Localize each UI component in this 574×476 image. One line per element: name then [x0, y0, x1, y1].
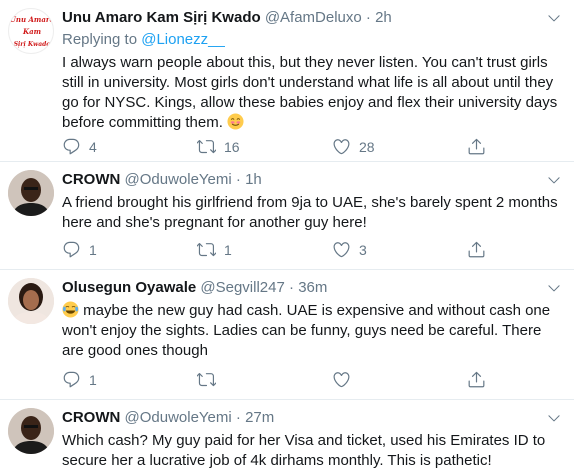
user-handle[interactable]: @OduwoleYemi: [125, 171, 232, 188]
avatar-photo: [8, 408, 54, 454]
share-button[interactable]: [467, 370, 507, 389]
retweet-button[interactable]: 16: [197, 137, 332, 156]
tweet-header: Unu Amaro Kam Sịrị Kwado @AfamDeluxo · 2…: [62, 8, 564, 28]
heart-icon: [332, 370, 351, 389]
chevron-down-icon[interactable]: [546, 172, 562, 188]
retweet-icon: [197, 370, 216, 389]
tweet[interactable]: CROWN @OduwoleYemi · 27m Which cash? My …: [0, 400, 574, 476]
user-handle[interactable]: @OduwoleYemi: [125, 409, 232, 426]
retweet-count: 16: [224, 138, 240, 155]
svg-text:Unu Amaro: Unu Amaro: [10, 15, 54, 24]
replying-to: Replying to @Lionezz__: [62, 30, 564, 50]
display-name[interactable]: Olusegun Oyawale: [62, 279, 196, 296]
reply-icon: [62, 137, 81, 156]
avatar[interactable]: Unu Amaro Kam Sịrị Kwado: [8, 8, 54, 54]
timestamp[interactable]: 2h: [375, 9, 392, 26]
like-count: 28: [359, 138, 375, 155]
retweet-icon: [197, 240, 216, 259]
timestamp[interactable]: 27m: [245, 409, 274, 426]
reply-button[interactable]: 1: [62, 240, 197, 259]
reply-button[interactable]: 1: [62, 370, 197, 389]
user-handle[interactable]: @Segvill247: [200, 279, 284, 296]
retweet-button[interactable]: 1: [197, 240, 332, 259]
action-bar: 4 16 28: [62, 137, 507, 156]
tweet-header: Olusegun Oyawale @Segvill247 · 36m: [62, 278, 564, 298]
avatar-photo: [8, 278, 54, 324]
reply-icon: [62, 370, 81, 389]
avatar[interactable]: [8, 408, 54, 454]
reply-count: 4: [89, 138, 97, 155]
timestamp[interactable]: 1h: [245, 171, 262, 188]
action-bar: 1 1 3: [62, 240, 507, 259]
reply-count: 1: [89, 371, 97, 388]
separator-dot: ·: [235, 409, 241, 426]
display-name[interactable]: CROWN: [62, 409, 120, 426]
timestamp[interactable]: 36m: [298, 279, 327, 296]
tweet[interactable]: CROWN @OduwoleYemi · 1h A friend brought…: [0, 162, 574, 270]
tweet-text: Which cash? My guy paid for her Visa and…: [62, 432, 546, 469]
reply-icon: [62, 240, 81, 259]
avatar[interactable]: [8, 278, 54, 324]
tweet-text-body: maybe the new guy had cash. UAE is expen…: [62, 302, 551, 359]
separator-dot: ·: [289, 279, 295, 296]
retweet-count: 1: [224, 241, 232, 258]
retweet-button[interactable]: [197, 370, 332, 389]
tweet-text: A friend brought his girlfriend from 9ja…: [62, 194, 558, 231]
like-button[interactable]: [332, 370, 467, 389]
user-handle[interactable]: @AfamDeluxo: [265, 9, 362, 26]
tweet-header: CROWN @OduwoleYemi · 27m: [62, 408, 564, 428]
reply-count: 1: [89, 241, 97, 258]
avatar-logo: Unu Amaro Kam Sịrị Kwado: [10, 15, 54, 48]
tweet-text: I always warn people about this, but the…: [62, 53, 564, 133]
share-icon: [467, 370, 486, 389]
tears-of-joy-emoji: [62, 301, 79, 318]
heart-icon: [332, 137, 351, 156]
chevron-down-icon[interactable]: [546, 410, 562, 426]
display-name[interactable]: CROWN: [62, 171, 120, 188]
separator-dot: ·: [365, 9, 371, 26]
avatar[interactable]: [8, 170, 54, 216]
like-button[interactable]: 3: [332, 240, 467, 259]
retweet-icon: [197, 137, 216, 156]
tweet[interactable]: Unu Amaro Kam Sịrị Kwado Unu Amaro Kam S…: [0, 0, 574, 162]
share-icon: [467, 137, 486, 156]
heart-icon: [332, 240, 351, 259]
replying-to-link[interactable]: @Lionezz__: [141, 31, 225, 48]
smiling-face-emoji: [227, 113, 244, 130]
chevron-down-icon[interactable]: [546, 10, 562, 26]
reply-button[interactable]: 4: [62, 137, 197, 156]
like-button[interactable]: 28: [332, 137, 467, 156]
svg-text:Kam: Kam: [22, 27, 41, 36]
replying-prefix: Replying to: [62, 31, 142, 48]
separator-dot: ·: [235, 171, 241, 188]
tweet-text-body: I always warn people about this, but the…: [62, 54, 558, 131]
tweet-text: maybe the new guy had cash. UAE is expen…: [62, 301, 564, 361]
share-button[interactable]: [467, 137, 507, 156]
action-bar: 1: [62, 370, 507, 389]
tweet-header: CROWN @OduwoleYemi · 1h: [62, 170, 564, 190]
tweet[interactable]: Olusegun Oyawale @Segvill247 · 36m maybe…: [0, 270, 574, 400]
like-count: 3: [359, 241, 367, 258]
chevron-down-icon[interactable]: [546, 280, 562, 296]
display-name[interactable]: Unu Amaro Kam Sịrị Kwado: [62, 9, 261, 26]
svg-text:Sịrị Kwado: Sịrị Kwado: [14, 41, 51, 48]
share-button[interactable]: [467, 240, 507, 259]
avatar-photo: [8, 170, 54, 216]
share-icon: [467, 240, 486, 259]
